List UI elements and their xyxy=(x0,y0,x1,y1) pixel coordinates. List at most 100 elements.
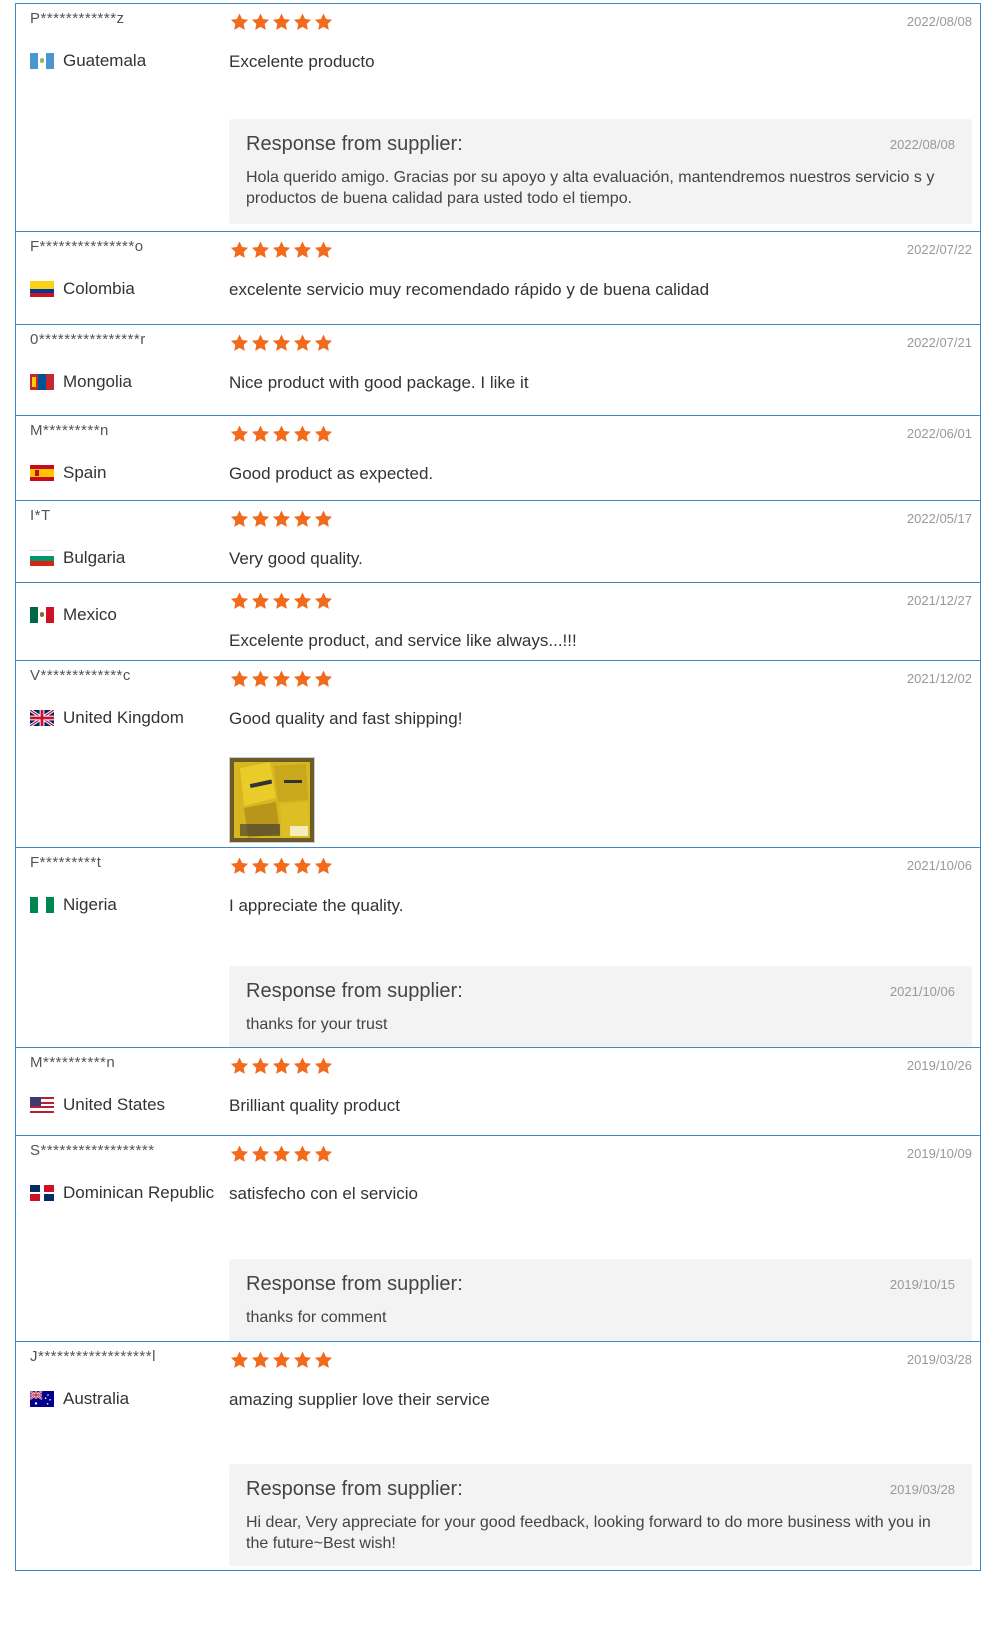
star-icon xyxy=(250,856,271,876)
nigeria-flag-icon xyxy=(30,897,54,913)
buyer-country: Mongolia xyxy=(30,372,132,392)
star-icon xyxy=(292,509,313,529)
star-icon xyxy=(292,333,313,353)
bulgaria-flag-icon xyxy=(30,550,54,566)
spain-flag-icon xyxy=(30,465,54,481)
review-item: I*T Bulgaria 2022/05/17 Very good quality. xyxy=(15,500,981,583)
response-date: 2022/08/08 xyxy=(889,137,955,152)
review-photo-thumbnail[interactable] xyxy=(229,757,315,843)
review-text: satisfecho con el servicio xyxy=(229,1184,418,1203)
buyer-info: S****************** Dominican Republic xyxy=(16,1136,226,1342)
star-icon xyxy=(250,240,271,260)
buyer-name: I*T xyxy=(30,507,51,524)
star-icon xyxy=(313,1056,334,1076)
country-name: Dominican Republic xyxy=(63,1183,215,1202)
supplier-response: Response from supplier: 2019/10/15 thanks … xyxy=(229,1259,972,1342)
star-rating xyxy=(229,333,334,353)
response-date: 2021/10/06 xyxy=(889,984,955,999)
star-icon xyxy=(292,669,313,689)
review-date: 2019/03/28 xyxy=(906,1352,972,1367)
buyer-name: 0****************r xyxy=(30,331,146,348)
review-date: 2022/07/22 xyxy=(906,242,972,257)
buyer-name: F*********t xyxy=(30,854,102,871)
review-date: 2021/10/06 xyxy=(906,858,972,873)
review-text: amazing supplier love their service xyxy=(229,1390,490,1409)
buyer-country: Australia xyxy=(30,1389,129,1409)
star-icon xyxy=(313,1144,334,1164)
star-icon xyxy=(271,591,292,611)
buyer-country: Nigeria xyxy=(30,895,117,915)
supplier-response: Response from supplier: 2021/10/06 thanks … xyxy=(229,966,972,1048)
star-icon xyxy=(292,1144,313,1164)
dominican-flag-icon xyxy=(30,1185,54,1201)
review-text: Nice product with good package. I like i… xyxy=(229,373,529,392)
buyer-info: J******************l Australia xyxy=(16,1342,226,1570)
star-rating xyxy=(229,669,334,689)
buyer-info: F***************o Colombia xyxy=(16,232,226,325)
star-icon xyxy=(292,1350,313,1370)
star-icon xyxy=(313,591,334,611)
star-icon xyxy=(271,1144,292,1164)
response-text: thanks for your trust xyxy=(246,1016,388,1033)
review-item: P************z Guatemala 2022/08/08 Excelen… xyxy=(15,3,981,232)
response-date: 2019/10/15 xyxy=(889,1277,955,1292)
star-icon xyxy=(292,424,313,444)
star-rating xyxy=(229,240,334,260)
review-item: J******************l Australia 2019/03/28 a… xyxy=(15,1341,981,1571)
star-rating xyxy=(229,509,334,529)
star-icon xyxy=(229,509,250,529)
buyer-info: V*************c United Kingdom xyxy=(16,661,226,848)
star-icon xyxy=(229,333,250,353)
review-item: S****************** Dominican Republic 201… xyxy=(15,1135,981,1342)
country-name: Guatemala xyxy=(63,51,147,70)
uk-flag-icon xyxy=(30,710,54,726)
review-text: Very good quality. xyxy=(229,549,363,568)
review-item: Mexico 2021/12/27 Excelente product, and s… xyxy=(15,582,981,661)
buyer-country: Bulgaria xyxy=(30,548,125,568)
review-date: 2019/10/26 xyxy=(906,1058,972,1073)
buyer-country: Guatemala xyxy=(30,51,146,71)
review-item: F***************o Colombia 2022/07/22 excel… xyxy=(15,231,981,325)
review-date: 2022/05/17 xyxy=(906,511,972,526)
star-icon xyxy=(229,424,250,444)
buyer-name: M*********n xyxy=(30,422,109,439)
star-rating xyxy=(229,1144,334,1164)
guatemala-flag-icon xyxy=(30,53,54,69)
buyer-info: P************z Guatemala xyxy=(16,4,226,232)
australia-flag-icon xyxy=(30,1391,54,1407)
buyer-name: V*************c xyxy=(30,667,131,684)
star-icon xyxy=(250,591,271,611)
star-icon xyxy=(292,12,313,32)
star-icon xyxy=(250,1350,271,1370)
star-icon xyxy=(229,591,250,611)
buyer-info: M*********n Spain xyxy=(16,416,226,501)
review-text: Excelente producto xyxy=(229,52,375,71)
supplier-response: Response from supplier: 2019/03/28 Hi dear… xyxy=(229,1464,972,1566)
review-text: Excelente product, and service like alwa… xyxy=(229,631,577,650)
star-icon xyxy=(271,240,292,260)
review-date: 2022/07/21 xyxy=(906,335,972,350)
star-icon xyxy=(229,1056,250,1076)
star-rating xyxy=(229,1056,334,1076)
star-icon xyxy=(271,1350,292,1370)
star-icon xyxy=(313,856,334,876)
review-date: 2022/06/01 xyxy=(906,426,972,441)
buyer-name: F***************o xyxy=(30,238,144,255)
star-icon xyxy=(313,333,334,353)
star-icon xyxy=(271,669,292,689)
star-icon xyxy=(229,669,250,689)
star-icon xyxy=(250,12,271,32)
star-icon xyxy=(271,856,292,876)
buyer-country: Mexico xyxy=(30,605,117,625)
star-icon xyxy=(229,12,250,32)
buyer-info: 0****************r Mongolia xyxy=(16,325,226,416)
mongolia-flag-icon xyxy=(30,374,54,390)
country-name: Nigeria xyxy=(63,895,117,914)
supplier-response: Response from supplier: 2022/08/08 Hola qu… xyxy=(229,119,972,224)
buyer-country: Dominican Republic xyxy=(30,1183,214,1203)
buyer-info: M**********n United States xyxy=(16,1048,226,1136)
star-icon xyxy=(292,240,313,260)
response-title: Response from supplier: xyxy=(246,1273,463,1295)
review-date: 2022/08/08 xyxy=(906,14,972,29)
star-icon xyxy=(271,12,292,32)
